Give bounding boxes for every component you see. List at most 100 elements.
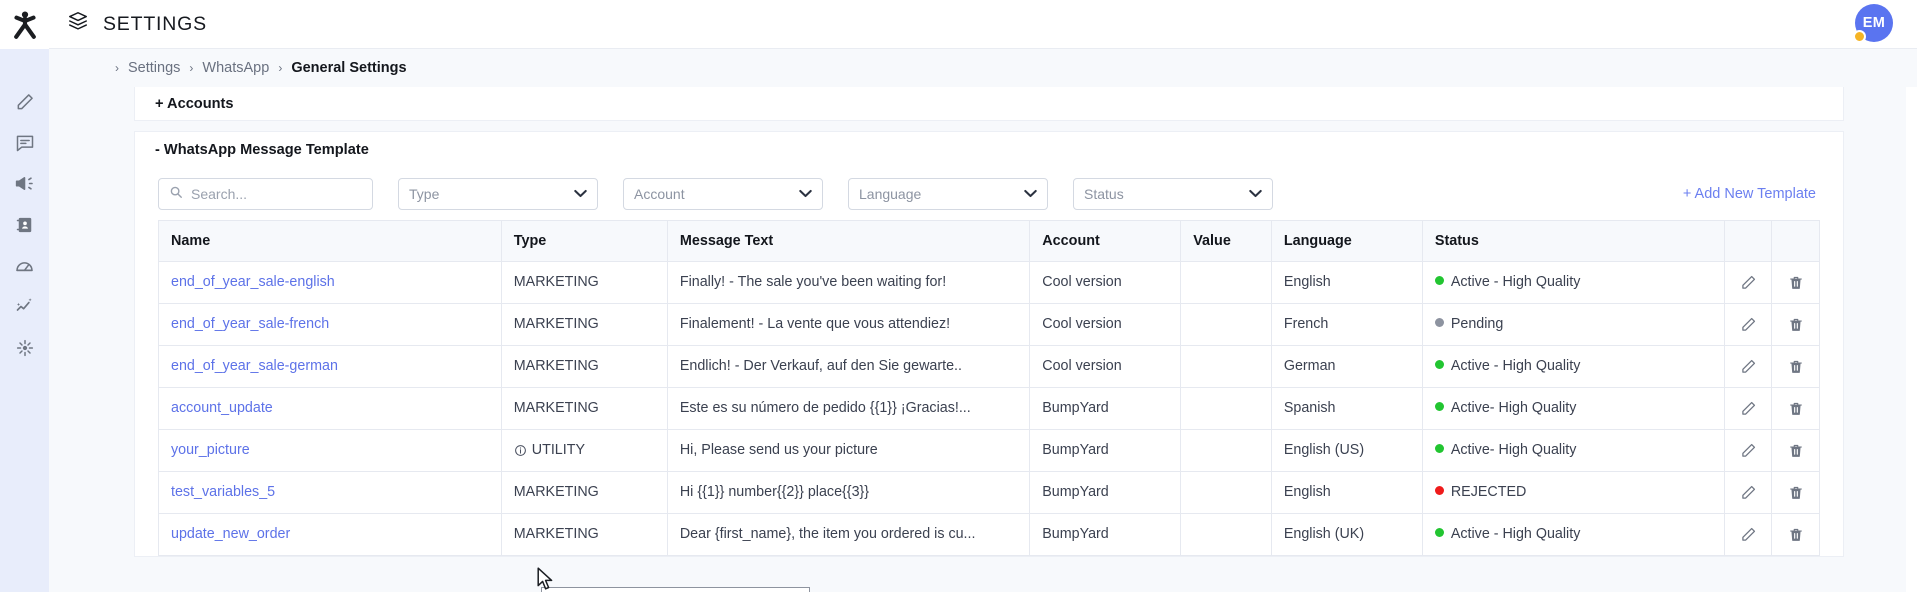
breadcrumb-item-whatsapp[interactable]: WhatsApp <box>202 60 269 76</box>
sidebar-item-compose[interactable] <box>0 81 49 122</box>
cell-type: MARKETING <box>501 387 668 430</box>
cell-template-name: test_variables_5 <box>159 471 502 514</box>
edit-template-button[interactable] <box>1725 304 1771 345</box>
cell-delete <box>1771 261 1819 304</box>
column-header-value[interactable]: Value <box>1180 221 1272 262</box>
sidebar-item-campaigns[interactable] <box>0 163 49 204</box>
table-row[interactable]: your_picture UTILITY Hi, Please send us yo… <box>159 429 1819 472</box>
edit-template-button[interactable] <box>1725 514 1771 555</box>
brand-x-logo[interactable] <box>0 0 49 49</box>
chevron-down-icon <box>799 187 812 201</box>
type-value: UTILITY <box>531 442 585 458</box>
accounts-section-toggle[interactable]: + Accounts <box>134 87 1844 121</box>
filters-toolbar: Type Account Language <box>158 168 1820 220</box>
type-filter-label: Type <box>409 186 440 202</box>
chevron-right-icon: › <box>115 61 119 75</box>
sidebar-item-integrations[interactable] <box>0 327 49 368</box>
status-filter-select[interactable]: Status <box>1073 178 1273 210</box>
edit-template-button[interactable] <box>1725 346 1771 387</box>
template-name-link[interactable]: test_variables_5 <box>171 484 275 500</box>
cell-message-text: Dear {first_name}, the item you ordered … <box>667 513 1031 556</box>
avatar[interactable]: EM <box>1853 4 1895 44</box>
add-new-template-button[interactable]: + Add New Template <box>1683 186 1816 202</box>
cell-edit <box>1724 471 1773 514</box>
table-row[interactable]: account_update MARKETING Este es su número… <box>159 387 1819 430</box>
column-header-type[interactable]: Type <box>501 221 668 262</box>
cell-edit <box>1724 345 1773 388</box>
delete-template-button[interactable] <box>1772 430 1819 471</box>
sidebar-item-performance[interactable] <box>0 245 49 286</box>
edit-template-button[interactable] <box>1725 472 1771 513</box>
breadcrumb-item-settings[interactable]: Settings <box>128 60 180 76</box>
scrollbar-thumb[interactable] <box>1908 87 1915 237</box>
cell-message-text: Hi {{1}} number{{2}} place{{3}} <box>667 471 1031 514</box>
status-label: Active- High Quality <box>1450 442 1577 458</box>
cell-value <box>1180 471 1272 514</box>
presence-status-dot <box>1853 30 1866 43</box>
delete-template-button[interactable] <box>1772 304 1819 345</box>
table-row[interactable]: end_of_year_sale-german MARKETING Endlich!… <box>159 345 1819 388</box>
status-dot <box>1434 318 1444 327</box>
column-header-language[interactable]: Language <box>1271 221 1423 262</box>
template-section-toggle[interactable]: - WhatsApp Message Template <box>135 132 1843 168</box>
cell-value <box>1180 303 1272 346</box>
delete-template-button[interactable] <box>1772 472 1819 513</box>
cell-message-text: Este es su número de pedido {{1}} ¡Graci… <box>667 387 1031 430</box>
status-dot <box>1434 276 1444 285</box>
cell-type: UTILITY <box>501 429 668 472</box>
status-badge: REJECTED <box>1422 471 1725 514</box>
cell-delete <box>1771 513 1819 556</box>
sidebar-item-conversations[interactable] <box>0 122 49 163</box>
delete-template-button[interactable] <box>1772 388 1819 429</box>
cell-language: Spanish <box>1271 387 1423 430</box>
cell-account: Cool version <box>1029 345 1182 388</box>
type-filter-select[interactable]: Type <box>398 178 598 210</box>
table-row[interactable]: update_new_order MARKETING Dear {first_nam… <box>159 513 1819 556</box>
cell-delete <box>1771 387 1819 430</box>
cell-account: BumpYard <box>1029 513 1182 556</box>
search-input[interactable] <box>191 186 372 202</box>
search-icon <box>169 185 183 204</box>
vertical-scrollbar[interactable] <box>1906 87 1917 592</box>
language-filter-select[interactable]: Language <box>848 178 1048 210</box>
table-row[interactable]: end_of_year_sale-french MARKETING Finaleme… <box>159 303 1819 346</box>
table-row[interactable]: end_of_year_sale-english MARKETING Finally… <box>159 261 1819 304</box>
delete-template-button[interactable] <box>1772 514 1819 555</box>
status-badge: Active- High Quality <box>1422 429 1725 472</box>
cell-type: MARKETING <box>501 303 668 346</box>
template-name-link[interactable]: end_of_year_sale-german <box>171 358 338 374</box>
column-header-name[interactable]: Name <box>159 221 502 262</box>
status-badge: Active - High Quality <box>1422 345 1725 388</box>
cell-edit <box>1724 513 1773 556</box>
content-scroll-area[interactable]: + Accounts - WhatsApp Message Template S… <box>49 87 1917 592</box>
sidebar-item-analytics[interactable] <box>0 286 49 327</box>
table-header-row: Name Type Message Text Account Value Lan… <box>159 221 1819 262</box>
search-box[interactable] <box>158 178 373 210</box>
column-header-message[interactable]: Message Text <box>667 221 1031 262</box>
template-name-link[interactable]: your_picture <box>171 442 250 458</box>
cell-edit <box>1724 303 1773 346</box>
template-name-link[interactable]: end_of_year_sale-french <box>171 316 329 332</box>
edit-template-button[interactable] <box>1725 262 1771 303</box>
info-circle-icon[interactable] <box>514 444 527 457</box>
delete-template-button[interactable] <box>1772 262 1819 303</box>
account-filter-label: Account <box>634 186 685 202</box>
template-name-link[interactable]: end_of_year_sale-english <box>171 274 335 290</box>
edit-template-button[interactable] <box>1725 388 1771 429</box>
account-filter-select[interactable]: Account <box>623 178 823 210</box>
table-row[interactable]: test_variables_5 MARKETING Hi {{1}} number… <box>159 471 1819 514</box>
sidebar-item-contacts[interactable] <box>0 204 49 245</box>
template-name-link[interactable]: update_new_order <box>171 526 290 542</box>
column-header-account[interactable]: Account <box>1029 221 1182 262</box>
page-title-group: SETTINGS <box>67 10 207 38</box>
cell-language: German <box>1271 345 1423 388</box>
delete-template-button[interactable] <box>1772 346 1819 387</box>
cell-message-text: Hi, Please send us your picture <box>667 429 1031 472</box>
column-header-status[interactable]: Status <box>1422 221 1725 262</box>
cell-edit <box>1724 261 1773 304</box>
cell-edit <box>1724 387 1773 430</box>
cell-language: English (UK) <box>1271 513 1423 556</box>
edit-template-button[interactable] <box>1725 430 1771 471</box>
template-name-link[interactable]: account_update <box>171 400 273 416</box>
cell-template-name: end_of_year_sale-french <box>159 303 502 346</box>
